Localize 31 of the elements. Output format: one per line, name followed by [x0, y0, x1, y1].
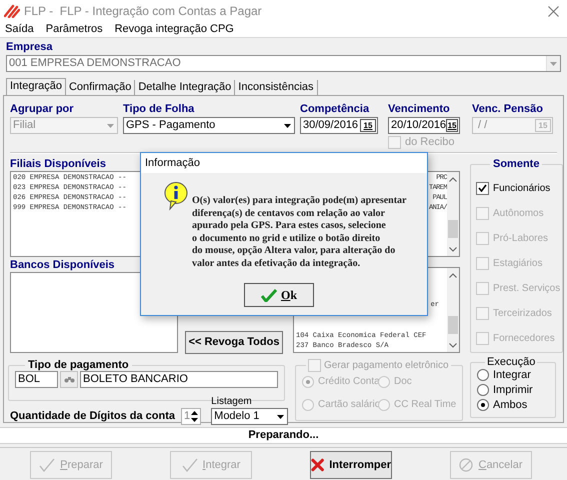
status-bar: Preparando...	[0, 427, 567, 444]
radio-label: Imprimir	[493, 382, 533, 398]
field-label: Listagem	[211, 396, 253, 408]
field-label: Agrupar por	[10, 103, 75, 116]
checkbox-label: Gerar pagamento eletrônico	[324, 359, 449, 372]
field-label: Venc. Pensão	[472, 103, 544, 116]
dialog-title: Informação	[141, 153, 427, 173]
checkbox-label: Fornecedores	[493, 332, 555, 346]
window-title: FLP - FLP - Integração com Contas a Pagar	[24, 3, 262, 20]
checkbox-label: Estagiários	[493, 256, 542, 270]
dialog-message: O(s) valor(es) para integração pode(m) apresentar diferença(s) de centavos com relação ao valor apurado pela GPS. Para estes casos, selecione o documento no grid e utilize o botão direito do mouse, opção Altera valor, para alteração do valor antes da efetivação da integração.	[192, 195, 408, 270]
section-label: Bancos Disponíveis	[10, 259, 116, 271]
radio-label: CC Real Time	[394, 398, 456, 412]
checkbox-label: Autônomos	[493, 206, 544, 220]
checkbox-label: Terceirizados	[493, 306, 552, 320]
checkbox-label: Funcionários	[493, 182, 550, 196]
radio-label: Doc	[394, 375, 412, 389]
checkbox-label: Prest. Serviços	[493, 282, 560, 296]
field-label: Vencimento	[388, 103, 451, 116]
checkbox-label: do Recibo	[405, 135, 455, 150]
field-label: Quantidade de Dígitos da conta	[10, 408, 176, 424]
group-title: Somente	[492, 158, 540, 171]
checkbox-label: Pró-Labores	[493, 232, 548, 246]
section-label: Filiais Disponíveis	[10, 158, 106, 170]
radio-label: Integrar	[493, 368, 531, 383]
group-title: Tipo de pagamento	[27, 359, 130, 371]
group-title: Execução	[486, 356, 536, 369]
radio-label: Ambos	[493, 398, 528, 413]
field-label: Competência	[300, 103, 370, 116]
field-label: Empresa	[6, 41, 54, 54]
field-label: Tipo de Folha	[123, 103, 196, 116]
